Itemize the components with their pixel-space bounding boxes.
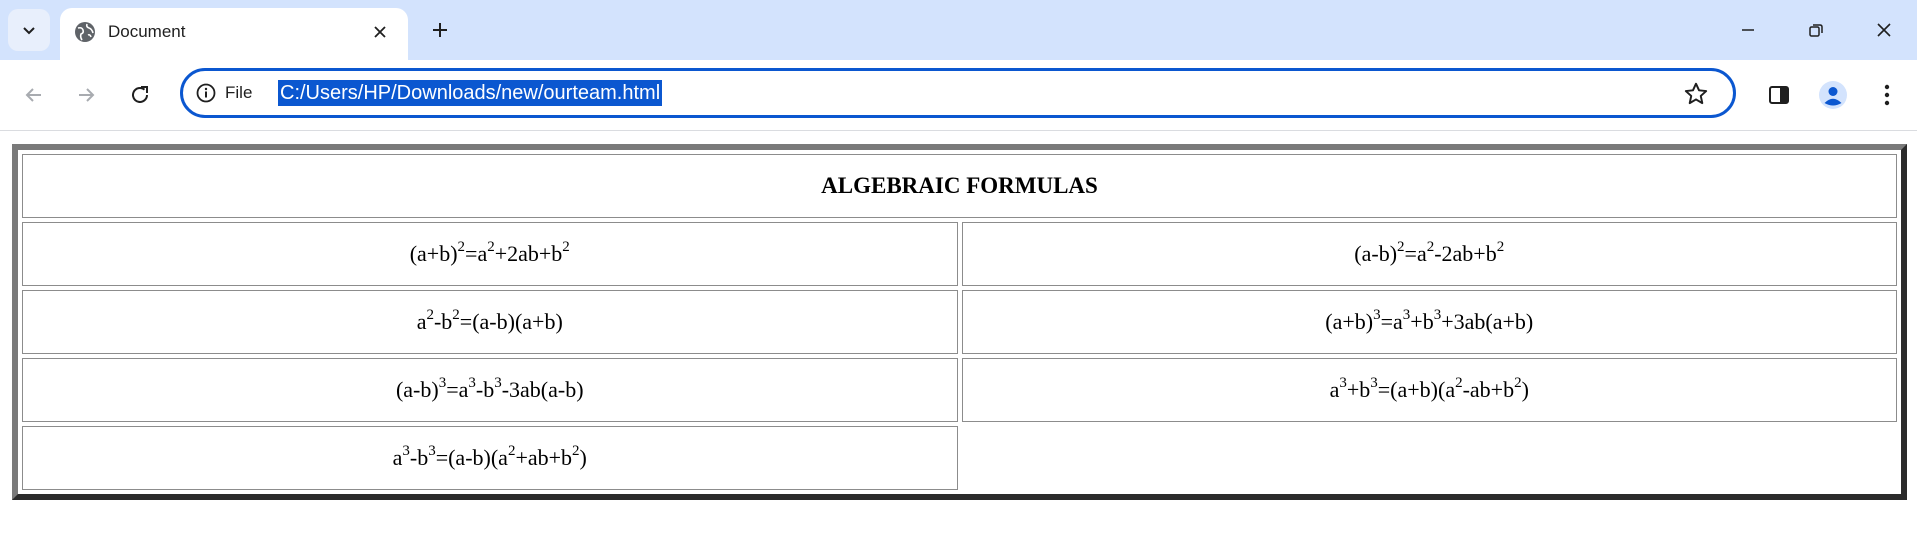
table-heading: ALGEBRAIC FORMULAS [22,154,1897,218]
minimize-button[interactable] [1718,8,1778,52]
back-button[interactable] [14,75,54,115]
tab-search-button[interactable] [8,9,50,51]
formula-text: =a [446,377,469,402]
formula-text: a [1329,377,1340,402]
formula-cell: a3+b3=(a+b)(a2-ab+b2) [961,358,1897,422]
formula-exponent: 2 [1397,238,1405,255]
globe-icon [75,22,95,42]
formula-cell: (a+b)3=a3+b3+3ab(a+b) [961,290,1897,354]
plus-icon [433,23,447,37]
site-scheme-label[interactable]: File [225,81,252,105]
formula-text: (a-b) [1354,241,1398,266]
formula-text: =(a-b)(a [435,445,508,470]
browser-toolbar: File C:/Users/HP/Downloads/new/ourteam.h… [0,60,1917,131]
formula-text: a [416,309,427,334]
bookmark-star-icon[interactable] [1683,81,1709,107]
restore-icon [1809,24,1823,37]
formula-text: ) [579,445,587,470]
url-text[interactable]: C:/Users/HP/Downloads/new/ourteam.html [278,80,663,106]
formula-text: =(a-b)(a+b) [459,309,563,334]
formula-text: =a [465,241,488,266]
formula-exponent: 2 [572,442,580,459]
empty-cell [962,426,1898,490]
formula-exponent: 3 [1373,306,1381,323]
formula-exponent: 3 [1433,306,1442,323]
formula-exponent: 3 [1402,306,1411,323]
address-bar[interactable]: File C:/Users/HP/Downloads/new/ourteam.h… [180,68,1736,118]
formulas-table: ALGEBRAIC FORMULAS (a+b)2=a2+2ab+b2 (a-b)… [12,144,1907,500]
avatar-icon [1819,81,1847,109]
formula-exponent: 2 [457,238,466,255]
tab-strip: Document [0,0,1917,60]
arrow-left-icon [25,88,41,102]
info-icon[interactable] [195,82,217,104]
chevron-down-icon [23,27,35,35]
profile-button[interactable] [1813,75,1853,115]
formula-exponent: 2 [487,238,495,255]
formula-exponent: 2 [507,442,516,459]
table-row: (a+b)2=a2+2ab+b2 (a-b)2=a2-2ab+b2 [22,222,1897,286]
formula-text: -3ab(a-b) [501,377,584,402]
active-tab[interactable]: Document [60,8,408,60]
formula-exponent: 3 [402,442,410,459]
formula-text: +2ab+b [494,241,563,266]
formulas-body: (a+b)2=a2+2ab+b2 (a-b)2=a2-2ab+b2 a2-b2=(a… [22,222,1897,490]
formula-text: -b [409,445,429,470]
formula-cell: a3-b3=(a-b)(a2+ab+b2) [22,426,958,490]
side-panel-button[interactable] [1759,75,1799,115]
formula-text: -b [433,309,453,334]
formula-exponent: 2 [1455,374,1463,391]
tab-close-button[interactable] [366,18,394,46]
formula-text: a [392,445,403,470]
formula-exponent: 3 [494,374,502,391]
side-panel-icon [1769,86,1789,104]
more-vertical-icon [1884,84,1890,106]
arrow-right-icon [79,88,95,102]
formula-text: +b [1410,309,1434,334]
formula-exponent: 3 [438,374,447,391]
formula-cell: (a+b)2=a2+2ab+b2 [22,222,958,286]
formula-text: -b [475,377,495,402]
formula-text: =a [1380,309,1403,334]
formula-text: +3ab(a+b) [1441,309,1534,334]
table-row: a3-b3=(a-b)(a2+ab+b2) [22,426,1897,490]
close-window-button[interactable] [1854,8,1914,52]
formula-text: (a-b) [395,377,439,402]
formula-text: (a+b) [1325,309,1374,334]
formula-cell: a2-b2=(a-b)(a+b) [22,290,958,354]
formula-text: +ab+b [515,445,573,470]
restore-button[interactable] [1786,8,1846,52]
formula-exponent: 2 [562,238,570,255]
table-row: a2-b2=(a-b)(a+b) (a+b)3=a3+b3+3ab(a+b) [22,290,1897,354]
formula-cell: (a-b)2=a2-2ab+b2 [961,222,1897,286]
close-icon [374,26,386,38]
formula-text: -ab+b [1462,377,1515,402]
formula-exponent: 2 [1514,374,1522,391]
formula-text: ) [1521,377,1529,402]
new-tab-button[interactable] [424,14,456,46]
page-content: ALGEBRAIC FORMULAS (a+b)2=a2+2ab+b2 (a-b)… [0,131,1917,556]
forward-button[interactable] [66,75,106,115]
formula-exponent: 2 [426,306,434,323]
reload-icon [132,86,148,103]
formula-exponent: 3 [428,442,436,459]
reload-button[interactable] [120,75,160,115]
formula-exponent: 3 [1370,374,1378,391]
formula-text: (a+b) [409,241,458,266]
formula-text: =(a+b)(a [1377,377,1456,402]
formula-exponent: 2 [1426,238,1435,255]
formula-text: +b [1346,377,1371,402]
formula-cell: (a-b)3=a3-b3-3ab(a-b) [22,358,958,422]
formula-exponent: 2 [1496,238,1505,255]
formula-text: =a [1404,241,1427,266]
formula-exponent: 2 [452,306,460,323]
formula-text: -2ab+b [1434,241,1497,266]
formula-exponent: 3 [1339,374,1347,391]
formula-exponent: 3 [468,374,476,391]
minimize-icon [1742,29,1754,31]
table-row: (a-b)3=a3-b3-3ab(a-b) a3+b3=(a+b)(a2-ab+b… [22,358,1897,422]
tab-title: Document [108,22,186,41]
menu-button[interactable] [1867,75,1907,115]
close-icon [1877,23,1891,37]
